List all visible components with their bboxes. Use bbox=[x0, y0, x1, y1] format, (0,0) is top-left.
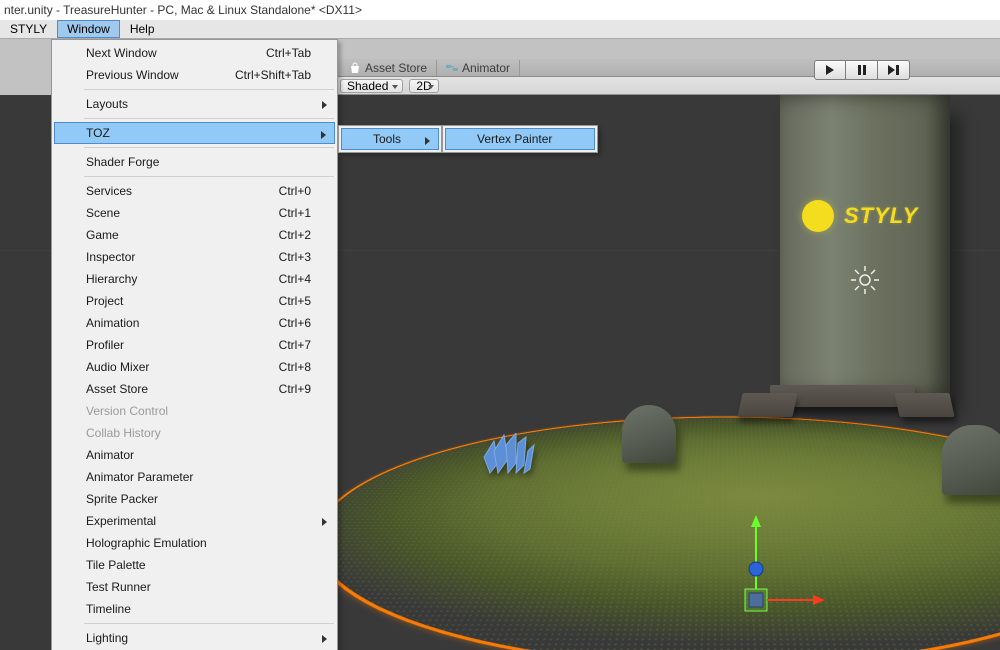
scene-tombstone bbox=[622, 405, 676, 463]
menu-item-animator[interactable]: Animator bbox=[54, 444, 335, 466]
menu-item-experimental[interactable]: Experimental bbox=[54, 510, 335, 532]
menu-window[interactable]: Window bbox=[57, 20, 120, 38]
step-icon bbox=[888, 65, 900, 75]
scene-bench bbox=[894, 393, 954, 417]
menu-item-tools[interactable]: Tools bbox=[341, 128, 439, 150]
menu-item-shader-forge[interactable]: Shader Forge bbox=[54, 151, 335, 173]
menu-item-audio-mixer[interactable]: Audio MixerCtrl+8 bbox=[54, 356, 335, 378]
menu-item-timeline[interactable]: Timeline bbox=[54, 598, 335, 620]
submenu-arrow-icon bbox=[321, 131, 326, 139]
sun-icon bbox=[850, 265, 880, 295]
menu-item-previous-window[interactable]: Previous WindowCtrl+Shift+Tab bbox=[54, 64, 335, 86]
menu-shortcut: Ctrl+Shift+Tab bbox=[235, 68, 311, 82]
tab-label: Animator bbox=[462, 61, 510, 75]
logo-text: STYLY bbox=[844, 203, 918, 229]
menu-item-vertex-painter[interactable]: Vertex Painter bbox=[445, 128, 595, 150]
menu-item-toz[interactable]: TOZ bbox=[54, 122, 335, 144]
tools-submenu: Vertex Painter bbox=[442, 125, 598, 153]
step-button[interactable] bbox=[878, 60, 910, 80]
menu-item-holographic-emulation[interactable]: Holographic Emulation bbox=[54, 532, 335, 554]
menu-item-profiler[interactable]: ProfilerCtrl+7 bbox=[54, 334, 335, 356]
menu-shortcut: Ctrl+5 bbox=[279, 294, 311, 308]
logo-dot bbox=[802, 200, 834, 232]
play-button[interactable] bbox=[814, 60, 846, 80]
tab-asset-store[interactable]: Asset Store bbox=[340, 60, 437, 76]
menu-styly[interactable]: STYLY bbox=[0, 20, 57, 38]
menu-shortcut: Ctrl+8 bbox=[279, 360, 311, 374]
menu-shortcut: Ctrl+2 bbox=[279, 228, 311, 242]
submenu-arrow-icon bbox=[322, 518, 327, 526]
submenu-arrow-icon bbox=[425, 137, 430, 145]
animator-icon bbox=[446, 62, 458, 74]
menu-separator bbox=[84, 147, 334, 148]
menu-item-hierarchy[interactable]: HierarchyCtrl+4 bbox=[54, 268, 335, 290]
menu-shortcut: Ctrl+4 bbox=[279, 272, 311, 286]
window-title: nter.unity - TreasureHunter - PC, Mac & … bbox=[0, 0, 1000, 20]
scene-crystal bbox=[480, 433, 540, 480]
tab-animator[interactable]: Animator bbox=[437, 60, 520, 76]
menu-item-next-window[interactable]: Next WindowCtrl+Tab bbox=[54, 42, 335, 64]
menu-shortcut: Ctrl+3 bbox=[279, 250, 311, 264]
menu-item-animation[interactable]: AnimationCtrl+6 bbox=[54, 312, 335, 334]
window-menu: Next WindowCtrl+TabPrevious WindowCtrl+S… bbox=[51, 39, 338, 650]
pause-icon bbox=[857, 65, 867, 75]
menu-separator bbox=[84, 623, 334, 624]
menu-separator bbox=[84, 176, 334, 177]
menu-item-scene[interactable]: SceneCtrl+1 bbox=[54, 202, 335, 224]
menu-item-lighting[interactable]: Lighting bbox=[54, 627, 335, 649]
menu-shortcut: Ctrl+7 bbox=[279, 338, 311, 352]
menu-item-services[interactable]: ServicesCtrl+0 bbox=[54, 180, 335, 202]
menu-separator bbox=[84, 118, 334, 119]
menu-help[interactable]: Help bbox=[120, 20, 165, 38]
bag-icon bbox=[349, 62, 361, 74]
menu-shortcut: Ctrl+Tab bbox=[266, 46, 311, 60]
menu-item-tile-palette[interactable]: Tile Palette bbox=[54, 554, 335, 576]
menu-shortcut: Ctrl+1 bbox=[279, 206, 311, 220]
menu-item-collab-history: Collab History bbox=[54, 422, 335, 444]
play-icon bbox=[825, 65, 835, 75]
menu-item-sprite-packer[interactable]: Sprite Packer bbox=[54, 488, 335, 510]
menu-item-inspector[interactable]: InspectorCtrl+3 bbox=[54, 246, 335, 268]
pause-button[interactable] bbox=[846, 60, 878, 80]
menu-item-project[interactable]: ProjectCtrl+5 bbox=[54, 290, 335, 312]
menu-shortcut: Ctrl+6 bbox=[279, 316, 311, 330]
scene-tombstone bbox=[942, 425, 1000, 495]
menu-item-version-control: Version Control bbox=[54, 400, 335, 422]
menu-shortcut: Ctrl+0 bbox=[279, 184, 311, 198]
submenu-arrow-icon bbox=[322, 101, 327, 109]
menu-item-animator-parameter[interactable]: Animator Parameter bbox=[54, 466, 335, 488]
transform-gizmo[interactable] bbox=[725, 515, 825, 628]
scene-bench bbox=[737, 393, 797, 417]
menu-shortcut: Ctrl+9 bbox=[279, 382, 311, 396]
mode-2d-toggle[interactable]: 2D bbox=[409, 79, 438, 93]
scene-monolith: STYLY bbox=[780, 95, 950, 395]
playback-controls bbox=[814, 60, 910, 80]
tab-label: Asset Store bbox=[365, 61, 427, 75]
menu-item-asset-store[interactable]: Asset StoreCtrl+9 bbox=[54, 378, 335, 400]
toz-submenu: Tools bbox=[338, 125, 442, 153]
menu-item-layouts[interactable]: Layouts bbox=[54, 93, 335, 115]
shading-dropdown[interactable]: Shaded bbox=[340, 79, 403, 93]
submenu-arrow-icon bbox=[322, 635, 327, 643]
menu-item-test-runner[interactable]: Test Runner bbox=[54, 576, 335, 598]
menu-bar: STYLYWindowHelp bbox=[0, 20, 1000, 39]
menu-item-game[interactable]: GameCtrl+2 bbox=[54, 224, 335, 246]
menu-separator bbox=[84, 89, 334, 90]
